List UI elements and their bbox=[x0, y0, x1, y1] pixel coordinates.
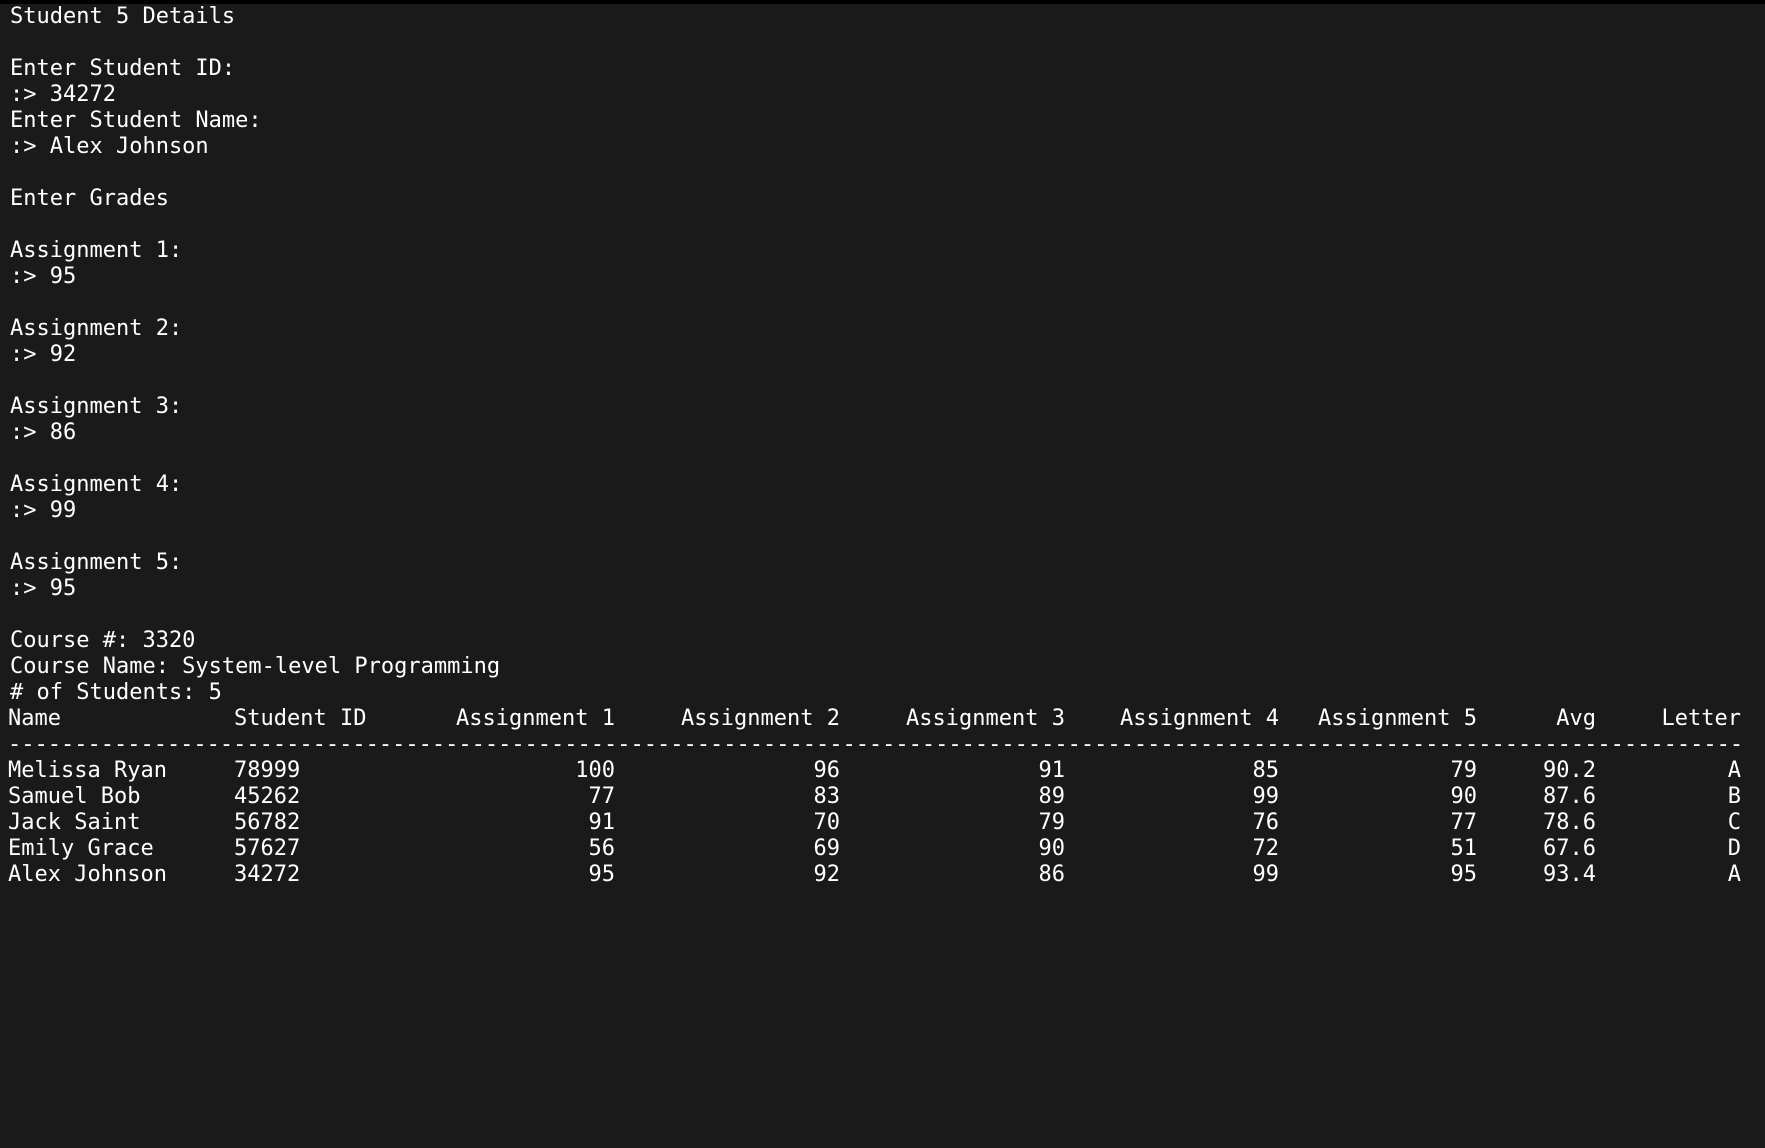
cell-assignment-3: 89 bbox=[1038, 784, 1066, 809]
table-row: Melissa Ryan 78999 100 96 91 85 79 90.2 … bbox=[8, 758, 1755, 784]
table-divider: ----------------------------------------… bbox=[8, 732, 1743, 757]
header-avg: Avg bbox=[1556, 706, 1596, 731]
cell-letter: B bbox=[1727, 784, 1741, 809]
table-row: Jack Saint 56782 91 70 79 76 77 78.6 C bbox=[8, 810, 1755, 836]
cell-student-id: 56782 bbox=[234, 810, 301, 835]
assignment-2-entry: :> 92 bbox=[10, 342, 77, 367]
cell-assignment-4: 99 bbox=[1252, 784, 1280, 809]
header-letter: Letter bbox=[1661, 706, 1741, 731]
cell-assignment-4: 72 bbox=[1252, 836, 1280, 861]
cell-letter: C bbox=[1727, 810, 1741, 835]
cell-assignment-3: 90 bbox=[1038, 836, 1066, 861]
cell-assignment-2: 69 bbox=[813, 836, 841, 861]
cell-assignment-3: 91 bbox=[1038, 758, 1066, 783]
table-row: Alex Johnson 34272 95 92 86 99 95 93.4 A bbox=[8, 862, 1755, 888]
cell-letter: A bbox=[1727, 758, 1741, 783]
cell-avg: 78.6 bbox=[1543, 810, 1596, 835]
header-student-id: Student ID bbox=[234, 706, 367, 731]
cell-assignment-2: 92 bbox=[813, 862, 841, 887]
student-name-entry: :> Alex Johnson bbox=[10, 134, 209, 159]
cell-assignment-4: 76 bbox=[1252, 810, 1280, 835]
header-assignment-2: Assignment 2 bbox=[681, 706, 840, 731]
grades-heading: Enter Grades bbox=[10, 186, 169, 211]
cell-student-id: 78999 bbox=[234, 758, 301, 783]
course-name: Course Name: System-level Programming bbox=[10, 654, 501, 679]
cell-name: Samuel Bob bbox=[8, 784, 141, 809]
cell-name: Alex Johnson bbox=[8, 862, 167, 887]
cell-letter: A bbox=[1727, 862, 1741, 887]
assignment-2-prompt: Assignment 2: bbox=[10, 316, 183, 341]
cell-name: Melissa Ryan bbox=[8, 758, 167, 783]
header-assignment-5: Assignment 5 bbox=[1318, 706, 1477, 731]
header-assignment-1: Assignment 1 bbox=[456, 706, 615, 731]
assignment-1-prompt: Assignment 1: bbox=[10, 238, 183, 263]
cell-name: Jack Saint bbox=[8, 810, 141, 835]
cell-assignment-3: 79 bbox=[1038, 810, 1066, 835]
student-count: # of Students: 5 bbox=[10, 680, 222, 705]
cell-letter: D bbox=[1727, 836, 1741, 861]
table-row: Emily Grace 57627 56 69 90 72 51 67.6 D bbox=[8, 836, 1755, 862]
cell-student-id: 45262 bbox=[234, 784, 301, 809]
cell-assignment-1: 77 bbox=[588, 784, 616, 809]
section-title: Student 5 Details bbox=[10, 4, 236, 29]
terminal-output[interactable]: Student 5 Details Enter Student ID: :> 3… bbox=[8, 4, 1755, 888]
assignment-4-entry: :> 99 bbox=[10, 498, 77, 523]
cell-assignment-5: 51 bbox=[1450, 836, 1478, 861]
cell-avg: 87.6 bbox=[1543, 784, 1596, 809]
assignment-3-prompt: Assignment 3: bbox=[10, 394, 183, 419]
cell-assignment-1: 95 bbox=[588, 862, 616, 887]
cell-avg: 67.6 bbox=[1543, 836, 1596, 861]
cell-assignment-5: 79 bbox=[1450, 758, 1478, 783]
cell-assignment-2: 70 bbox=[813, 810, 841, 835]
assignment-3-entry: :> 86 bbox=[10, 420, 77, 445]
cell-assignment-2: 83 bbox=[813, 784, 841, 809]
student-id-prompt: Enter Student ID: bbox=[10, 56, 236, 81]
cell-assignment-1: 56 bbox=[588, 836, 616, 861]
cell-assignment-4: 85 bbox=[1252, 758, 1280, 783]
header-assignment-4: Assignment 4 bbox=[1120, 706, 1279, 731]
header-name: Name bbox=[8, 706, 61, 731]
assignment-5-prompt: Assignment 5: bbox=[10, 550, 183, 575]
course-number: Course #: 3320 bbox=[10, 628, 196, 653]
student-id-entry: :> 34272 bbox=[10, 82, 116, 107]
assignment-1-entry: :> 95 bbox=[10, 264, 77, 289]
cell-name: Emily Grace bbox=[8, 836, 154, 861]
table-row: Samuel Bob 45262 77 83 89 99 90 87.6 B bbox=[8, 784, 1755, 810]
cell-assignment-3: 86 bbox=[1038, 862, 1066, 887]
cell-student-id: 34272 bbox=[234, 862, 301, 887]
table-header-row: Name Student ID Assignment 1 Assignment … bbox=[8, 706, 1755, 732]
cell-avg: 90.2 bbox=[1543, 758, 1596, 783]
cell-assignment-2: 96 bbox=[813, 758, 841, 783]
assignment-4-prompt: Assignment 4: bbox=[10, 472, 183, 497]
cell-assignment-1: 100 bbox=[575, 758, 615, 783]
cell-assignment-4: 99 bbox=[1252, 862, 1280, 887]
cell-assignment-5: 95 bbox=[1450, 862, 1478, 887]
cell-student-id: 57627 bbox=[234, 836, 301, 861]
cell-assignment-5: 77 bbox=[1450, 810, 1478, 835]
header-assignment-3: Assignment 3 bbox=[906, 706, 1065, 731]
assignment-5-entry: :> 95 bbox=[10, 576, 77, 601]
cell-avg: 93.4 bbox=[1543, 862, 1596, 887]
cell-assignment-1: 91 bbox=[588, 810, 616, 835]
cell-assignment-5: 90 bbox=[1450, 784, 1478, 809]
student-name-prompt: Enter Student Name: bbox=[10, 108, 262, 133]
